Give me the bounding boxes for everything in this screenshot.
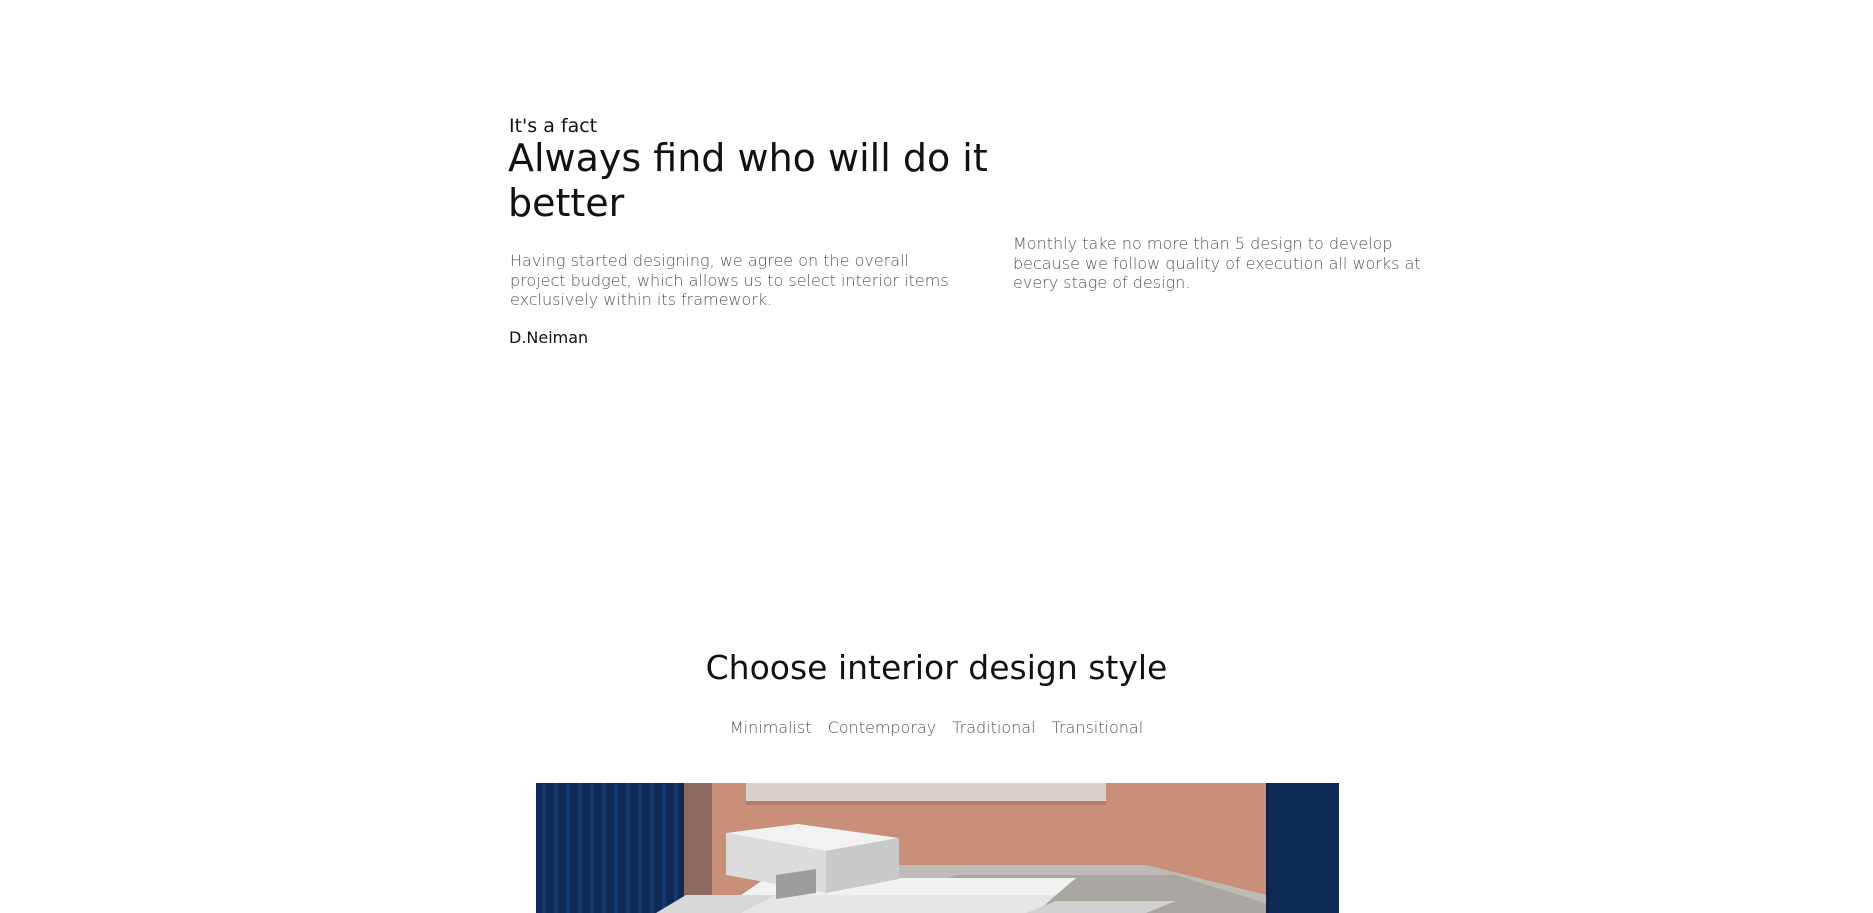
design-style-section: Choose interior design style Minimalist … bbox=[0, 640, 1873, 913]
tab-traditional[interactable]: Traditional bbox=[952, 716, 1035, 739]
tab-transitional[interactable]: Transitional bbox=[1052, 716, 1144, 739]
tab-minimalist[interactable]: Minimalist bbox=[730, 716, 812, 739]
fact-right-paragraph: Monthly take no more than 5 design to de… bbox=[1013, 234, 1421, 292]
fact-headline: Always find who will do it better bbox=[508, 136, 988, 225]
interior-scene bbox=[536, 783, 1339, 913]
page: It's a fact Always find who will do it b… bbox=[0, 0, 1873, 913]
fact-author: D.Neiman bbox=[509, 328, 589, 347]
fact-eyebrow: It's a fact bbox=[509, 115, 598, 137]
fact-section: It's a fact Always find who will do it b… bbox=[0, 0, 1873, 560]
interior-style-image bbox=[536, 783, 1339, 913]
tab-contemporary[interactable]: Contemporay bbox=[828, 716, 937, 739]
fact-left-paragraph: Having started designing, we agree on th… bbox=[510, 251, 949, 309]
design-style-tabs: Minimalist Contemporay Traditional Trans… bbox=[0, 716, 1873, 739]
design-style-title: Choose interior design style bbox=[705, 648, 1168, 687]
